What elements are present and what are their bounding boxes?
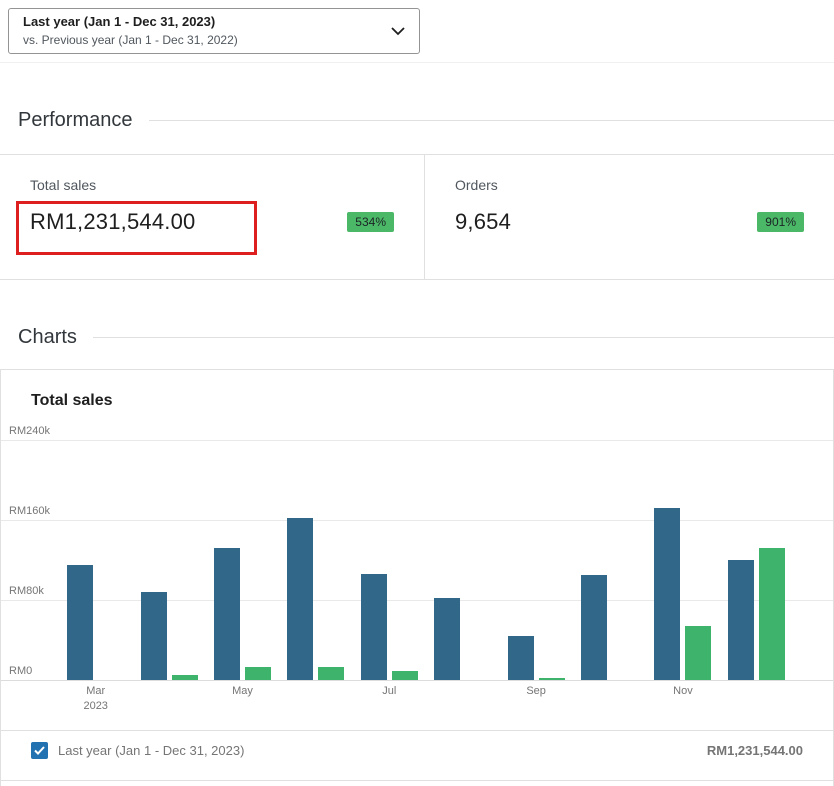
x-axis-label: Nov: [646, 684, 719, 716]
y-axis-label: RM240k: [9, 425, 50, 437]
legend-checkbox[interactable]: [31, 742, 48, 759]
legend-row-divider: [1, 780, 833, 784]
x-axis-label: [426, 684, 499, 716]
bar: [508, 636, 534, 680]
chart-title: Total sales: [1, 370, 833, 416]
bar-group: [353, 440, 426, 680]
bar-group: [646, 440, 719, 680]
chart-legend-row: Last year (Jan 1 - Dec 31, 2023) RM1,231…: [1, 730, 833, 770]
bar-group: [132, 440, 205, 680]
stat-card-total-sales[interactable]: Total sales RM1,231,544.00 534%: [0, 155, 425, 279]
bar: [361, 574, 387, 680]
bar: [67, 565, 93, 680]
bar: [318, 667, 344, 680]
bar-group: [279, 440, 352, 680]
bar: [141, 592, 167, 680]
chevron-down-icon: [391, 27, 405, 36]
stat-value: 9,654: [455, 209, 511, 235]
performance-cards: Total sales RM1,231,544.00 534% Orders 9…: [0, 154, 834, 280]
total-sales-chart-card: Total sales RM240k RM160k RM80k RM0 Mar2023…: [0, 369, 834, 786]
bar: [287, 518, 313, 680]
bar: [392, 671, 418, 680]
change-badge: 534%: [347, 212, 394, 232]
stat-label: Total sales: [30, 177, 394, 193]
legend-label: Last year (Jan 1 - Dec 31, 2023): [58, 743, 244, 758]
x-axis-label: [573, 684, 646, 716]
bar-group: [59, 440, 132, 680]
x-axis: Mar2023 May Jul Sep Nov: [59, 684, 793, 716]
bar: [654, 508, 680, 680]
bar-group: [720, 440, 793, 680]
topbar: Last year (Jan 1 - Dec 31, 2023) vs. Pre…: [0, 0, 834, 63]
stat-value: RM1,231,544.00: [30, 209, 195, 235]
charts-section: Charts Total sales RM240k RM160k RM80k RM0 …: [0, 326, 834, 786]
performance-section-header: Performance: [18, 109, 834, 132]
bar: [245, 667, 271, 680]
bar: [434, 598, 460, 680]
bar-group: [206, 440, 279, 680]
x-axis-label: May: [206, 684, 279, 716]
x-axis-label: [279, 684, 352, 716]
bar: [728, 560, 754, 680]
stat-label: Orders: [455, 177, 804, 193]
x-axis-label: Jul: [353, 684, 426, 716]
stat-card-orders[interactable]: Orders 9,654 901%: [425, 155, 834, 279]
charts-section-header: Charts: [18, 326, 834, 349]
bar-group: [573, 440, 646, 680]
bar: [539, 678, 565, 680]
section-divider: [93, 337, 834, 338]
change-badge: 901%: [757, 212, 804, 232]
y-axis-label: RM160k: [9, 505, 50, 517]
date-range-dropdown[interactable]: Last year (Jan 1 - Dec 31, 2023) vs. Pre…: [8, 8, 420, 54]
performance-section-title: Performance: [18, 109, 133, 132]
charts-section-title: Charts: [18, 326, 77, 349]
x-axis-label: [720, 684, 793, 716]
bar: [685, 626, 711, 680]
bar-group: [426, 440, 499, 680]
section-divider: [149, 120, 834, 121]
date-range-secondary: vs. Previous year (Jan 1 - Dec 31, 2022): [23, 32, 238, 49]
bar: [214, 548, 240, 680]
x-axis-label: [132, 684, 205, 716]
y-axis-label: RM0: [9, 665, 32, 677]
gridline: [1, 680, 833, 681]
bar: [172, 675, 198, 680]
bar-group: [499, 440, 572, 680]
bar: [759, 548, 785, 680]
x-axis-label: Mar2023: [59, 684, 132, 716]
total-sales-bar-chart: RM240kRM160kRM80kRM0: [1, 440, 833, 680]
check-icon: [34, 746, 45, 755]
performance-section: Performance Total sales RM1,231,544.00 5…: [0, 109, 834, 280]
bar: [581, 575, 607, 680]
date-range-primary: Last year (Jan 1 - Dec 31, 2023): [23, 13, 238, 32]
legend-value: RM1,231,544.00: [707, 743, 803, 758]
bars-area: [59, 440, 793, 680]
x-axis-label: Sep: [499, 684, 572, 716]
y-axis-label: RM80k: [9, 585, 44, 597]
